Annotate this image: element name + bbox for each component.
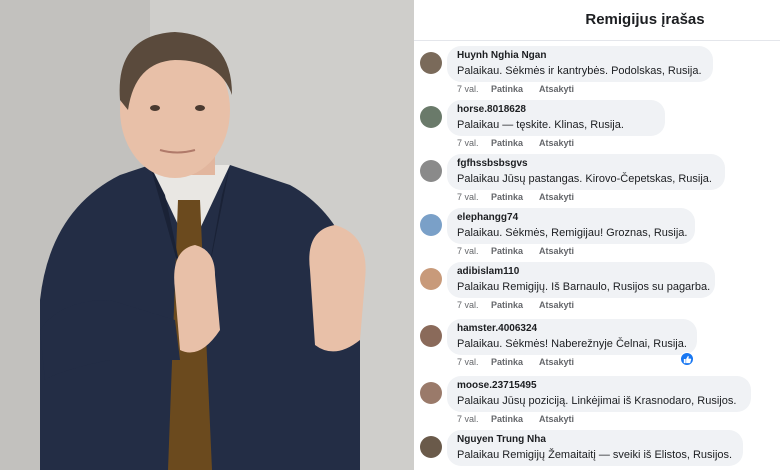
comment-time[interactable]: 7 val.: [457, 84, 491, 94]
comment-meta: 7 val. Patinka Atsakyti: [457, 192, 574, 202]
comment-meta: 7 val. Patinka Atsakyti: [457, 357, 574, 367]
reply-button[interactable]: Atsakyti: [539, 414, 574, 424]
comment-text: Palaikau Jūsų pastangas. Kirovo-Čepetska…: [457, 173, 712, 185]
comment-time[interactable]: 7 val.: [457, 192, 491, 202]
avatar-icon[interactable]: [420, 160, 442, 182]
comment-time[interactable]: 7 val.: [457, 138, 491, 148]
comment-bubble: elephangg74 Palaikau. Sėkmės, Remigijau! …: [447, 208, 695, 244]
comment-bubble: fgfhssbsbsgvs Palaikau Jūsų pastangas. Ki…: [447, 154, 725, 190]
comment-bubble: horse.8018628 Palaikau — tęskite. Klinas,…: [447, 100, 665, 136]
comment-text: Palaikau — tęskite. Klinas, Rusija.: [457, 119, 624, 131]
panel-header: Remigijus įrašas: [414, 0, 780, 41]
comment-meta: 7 val. Patinka Atsakyti: [457, 246, 574, 256]
avatar-icon[interactable]: [420, 52, 442, 74]
like-button[interactable]: Patinka: [491, 84, 539, 94]
comment-text: Palaikau Remigijų. Iš Barnaulo, Rusijos …: [457, 281, 711, 293]
avatar-icon[interactable]: [420, 106, 442, 128]
commenter-name[interactable]: horse.8018628: [457, 104, 654, 116]
comment-time[interactable]: 7 val.: [457, 300, 491, 310]
commenter-name[interactable]: elephangg74: [457, 212, 684, 224]
reply-button[interactable]: Atsakyti: [539, 357, 574, 367]
avatar-icon[interactable]: [420, 382, 442, 404]
comment-meta: 7 val. Patinka Atsakyti: [457, 138, 574, 148]
commenter-name[interactable]: hamster.4006324: [457, 323, 686, 335]
like-reaction-icon[interactable]: [680, 352, 694, 366]
comment-bubble: adibislam110 Palaikau Remigijų. Iš Barnau…: [447, 262, 715, 298]
comment-item: moose.23715495 Palaikau Jūsų poziciją. Li…: [414, 376, 780, 430]
comment-item: Nguyen Trung Nha Palaikau Remigijų Žemait…: [414, 430, 780, 470]
reply-button[interactable]: Atsakyti: [539, 246, 574, 256]
avatar-icon[interactable]: [420, 214, 442, 236]
comment-text: Palaikau. Sėkmės! Naberežnyje Čelnai, Ru…: [457, 338, 687, 350]
comment-item: elephangg74 Palaikau. Sėkmės, Remigijau! …: [414, 208, 780, 262]
comment-text: Palaikau. Sėkmės, Remigijau! Groznas, Ru…: [457, 227, 688, 239]
comment-text: Palaikau Remigijų Žemaitaitį — sveiki iš…: [457, 449, 733, 461]
commenter-name[interactable]: adibislam110: [457, 266, 704, 278]
commenter-name[interactable]: fgfhssbsbsgvs: [457, 158, 714, 170]
comment-time[interactable]: 7 val.: [457, 246, 491, 256]
reply-button[interactable]: Atsakyti: [539, 300, 574, 310]
comment-item: fgfhssbsbsgvs Palaikau Jūsų pastangas. Ki…: [414, 154, 780, 208]
reply-button[interactable]: Atsakyti: [539, 84, 574, 94]
comment-bubble: Huynh Nghia Ngan Palaikau. Sėkmės ir kant…: [447, 46, 713, 82]
comment-time[interactable]: 7 val.: [457, 414, 491, 424]
man-gesturing-illustration: [0, 0, 414, 470]
news-photo: [0, 0, 414, 470]
like-button[interactable]: Patinka: [491, 138, 539, 148]
comment-bubble: moose.23715495 Palaikau Jūsų poziciją. Li…: [447, 376, 751, 412]
comment-meta: 7 val. Patinka Atsakyti: [457, 84, 574, 94]
like-button[interactable]: Patinka: [491, 300, 539, 310]
commenter-name[interactable]: Nguyen Trung Nha: [457, 434, 732, 446]
reply-button[interactable]: Atsakyti: [539, 138, 574, 148]
avatar-icon[interactable]: [420, 436, 442, 458]
comment-bubble: Nguyen Trung Nha Palaikau Remigijų Žemait…: [447, 430, 743, 466]
comment-bubble: hamster.4006324 Palaikau. Sėkmės! Naberež…: [447, 319, 697, 355]
commenter-name[interactable]: moose.23715495: [457, 380, 740, 392]
avatar-icon[interactable]: [420, 268, 442, 290]
avatar-icon[interactable]: [420, 325, 442, 347]
comment-text: Palaikau. Sėkmės ir kantrybės. Podolskas…: [457, 65, 702, 77]
comments-panel: Remigijus įrašas Huynh Nghia Ngan Palaika…: [414, 0, 780, 470]
comment-time[interactable]: 7 val.: [457, 357, 491, 367]
like-button[interactable]: Patinka: [491, 414, 539, 424]
comment-meta: 7 val. Patinka Atsakyti: [457, 414, 574, 424]
comment-item: Huynh Nghia Ngan Palaikau. Sėkmės ir kant…: [414, 46, 780, 100]
comment-item: adibislam110 Palaikau Remigijų. Iš Barnau…: [414, 262, 780, 316]
like-button[interactable]: Patinka: [491, 192, 539, 202]
comment-item: horse.8018628 Palaikau — tęskite. Klinas,…: [414, 100, 780, 154]
comment-text: Palaikau Jūsų poziciją. Linkėjimai iš Kr…: [457, 395, 737, 407]
like-button[interactable]: Patinka: [491, 246, 539, 256]
commenter-name[interactable]: Huynh Nghia Ngan: [457, 50, 702, 62]
like-button[interactable]: Patinka: [491, 357, 539, 367]
comment-item: hamster.4006324 Palaikau. Sėkmės! Naberež…: [414, 319, 780, 373]
post-title: Remigijus įrašas: [585, 11, 705, 28]
reply-button[interactable]: Atsakyti: [539, 192, 574, 202]
comment-meta: 7 val. Patinka Atsakyti: [457, 300, 574, 310]
